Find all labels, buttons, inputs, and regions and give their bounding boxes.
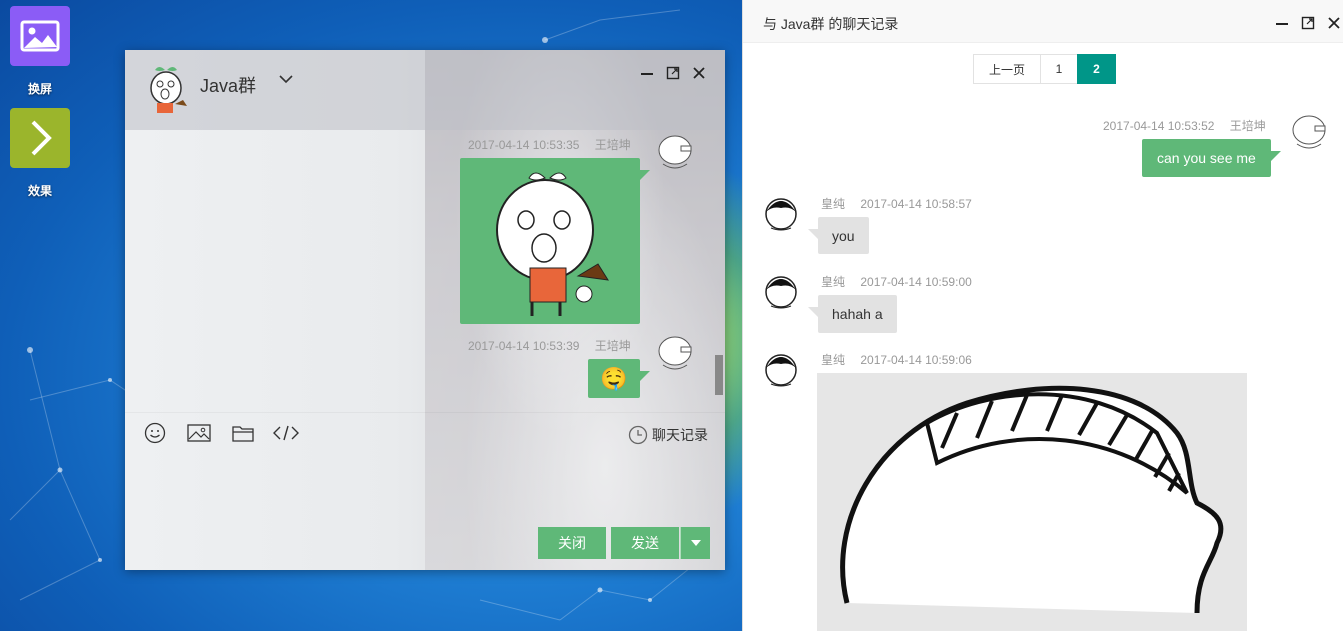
avatar[interactable] — [761, 192, 801, 232]
history-window-controls — [1273, 14, 1343, 32]
message-user: 皇纯 — [821, 353, 846, 367]
desktop-icon-effects[interactable]: 效果 — [10, 108, 70, 199]
message-user: 皇纯 — [821, 275, 846, 289]
message-time: 2017-04-14 10:59:00 — [860, 275, 972, 289]
minimize-icon[interactable] — [638, 64, 656, 82]
message-time: 2017-04-14 10:58:57 — [860, 197, 972, 211]
pagination: 上一页 1 2 — [973, 54, 1116, 84]
message-time: 2017-04-14 10:53:35 — [468, 138, 580, 152]
message-user: 皇纯 — [821, 197, 846, 211]
minimize-icon[interactable] — [1273, 14, 1291, 32]
chat-history-label: 聊天记录 — [652, 427, 708, 443]
sketch-face-image — [840, 385, 1224, 614]
chat-toolbar: 聊天记录 — [125, 412, 725, 452]
image-message[interactable] — [460, 158, 650, 324]
page-button-1[interactable]: 1 — [1040, 54, 1078, 84]
message-meta: 皇纯 2017-04-14 10:58:57 — [821, 195, 972, 212]
message-time: 2017-04-14 10:59:06 — [860, 353, 972, 367]
message-bubble: hahah a — [808, 295, 897, 333]
chat-history-link[interactable]: 聊天记录 — [628, 425, 708, 445]
desktop-icon-label: 换屏 — [27, 82, 52, 96]
maximize-icon[interactable] — [1299, 14, 1317, 32]
chat-window-controls — [638, 64, 708, 82]
picture-icon — [10, 6, 70, 66]
message-meta: 2017-04-14 10:53:52 王培坤 — [1103, 117, 1266, 134]
maximize-icon[interactable] — [664, 64, 682, 82]
code-icon[interactable] — [273, 421, 299, 445]
message-meta: 2017-04-14 10:53:39 王培坤 — [468, 337, 631, 354]
avatar[interactable] — [655, 132, 695, 172]
smile-icon[interactable] — [142, 421, 168, 445]
avatar[interactable] — [761, 348, 801, 388]
desktop: 换屏 效果 Java群 2017-04-14 10:53:35 王培坤 2017… — [0, 0, 742, 631]
chevron-right-icon — [10, 108, 70, 168]
avatar[interactable] — [1289, 112, 1329, 152]
desktop-icon-switch-screen[interactable]: 换屏 — [10, 6, 70, 97]
history-title: 与 Java群 的聊天记录 — [763, 16, 899, 32]
sticker-image — [496, 172, 609, 316]
emoji-glyph: 🤤 — [600, 365, 628, 391]
group-avatar[interactable] — [143, 64, 189, 116]
clock-icon — [628, 425, 648, 445]
history-header: 与 Java群 的聊天记录 — [743, 0, 1343, 43]
message-user: 王培坤 — [594, 339, 631, 353]
avatar[interactable] — [761, 270, 801, 310]
message-meta: 皇纯 2017-04-14 10:59:00 — [821, 273, 972, 290]
message-user: 王培坤 — [1229, 119, 1266, 133]
message-time: 2017-04-14 10:53:39 — [468, 339, 580, 353]
image-message[interactable] — [817, 373, 1247, 631]
folder-icon[interactable] — [230, 421, 256, 445]
avatar[interactable] — [655, 333, 695, 373]
chat-scrollbar[interactable] — [715, 355, 723, 395]
message-meta: 皇纯 2017-04-14 10:59:06 — [821, 351, 972, 368]
message-user: 王培坤 — [594, 138, 631, 152]
close-icon[interactable] — [690, 64, 708, 82]
image-icon[interactable] — [186, 421, 212, 445]
message-time: 2017-04-14 10:53:52 — [1103, 119, 1215, 133]
caret-down-icon — [690, 539, 702, 547]
send-options-button[interactable] — [680, 527, 710, 559]
chat-header: Java群 — [125, 50, 725, 130]
message-meta: 2017-04-14 10:53:35 王培坤 — [468, 136, 631, 153]
desktop-icon-label: 效果 — [27, 184, 52, 198]
send-button[interactable]: 发送 — [611, 527, 679, 559]
close-button[interactable]: 关闭 — [538, 527, 606, 559]
chat-title: Java群 — [200, 76, 257, 96]
page-button-2[interactable]: 2 — [1077, 54, 1116, 84]
close-icon[interactable] — [1325, 14, 1343, 32]
message-bubble: can you see me — [1142, 139, 1281, 177]
prev-page-button[interactable]: 上一页 — [973, 54, 1041, 84]
chat-window: Java群 2017-04-14 10:53:35 王培坤 2017-04-14… — [125, 50, 725, 570]
emoji-message[interactable]: 🤤 — [588, 359, 650, 398]
chevron-down-icon[interactable] — [277, 70, 295, 93]
message-bubble: you — [808, 217, 869, 254]
